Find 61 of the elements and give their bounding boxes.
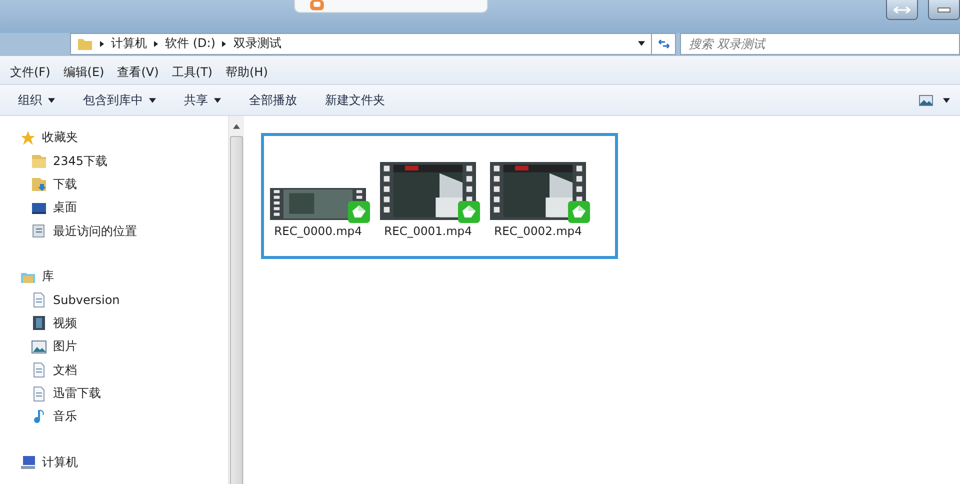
doc-icon [31, 386, 47, 402]
app-badge-icon [568, 201, 590, 223]
toolbar-button[interactable]: 组织 [8, 88, 65, 112]
nav-item[interactable]: 视频 [0, 312, 228, 336]
doc-icon [31, 292, 47, 308]
scrollbar[interactable] [228, 116, 244, 484]
nav-item[interactable]: 2345下载 [0, 149, 228, 173]
menu-item[interactable]: 编辑(E) [63, 64, 104, 80]
nav-item[interactable]: 音乐 [0, 405, 228, 429]
image-icon [31, 338, 47, 355]
toolbar-button[interactable]: 新建文件夹 [315, 88, 395, 112]
scrollbar-thumb[interactable] [230, 136, 243, 484]
nav-item[interactable]: 迅雷下载 [0, 382, 228, 406]
download-icon [31, 176, 47, 192]
file-name[interactable]: REC_0001.mp4 [384, 224, 472, 238]
minimize-button[interactable] [928, 0, 960, 20]
doc-icon [31, 362, 47, 378]
menu-item[interactable]: 工具(T) [172, 64, 212, 80]
refresh-icon [656, 38, 670, 50]
nav-item[interactable]: 下载 [0, 172, 228, 196]
address-bar[interactable]: 计算机 软件 (D:) 双录测试 [70, 32, 652, 54]
menu-item[interactable]: 查看(V) [117, 64, 159, 80]
nav-item[interactable]: 文档 [0, 358, 228, 382]
nav-item[interactable]: Subversion [0, 288, 228, 312]
minimize-icon [937, 6, 951, 12]
nav-item[interactable]: 桌面 [0, 196, 228, 220]
scroll-up-icon[interactable] [233, 124, 240, 129]
nav-item[interactable]: 最近访问的位置 [0, 220, 228, 243]
music-icon [31, 408, 47, 425]
star-icon [20, 130, 36, 146]
video-icon [31, 315, 47, 332]
nav-group[interactable]: 库 [0, 264, 228, 288]
menu-item[interactable]: 文件(F) [10, 64, 50, 80]
file-name[interactable]: REC_0000.mp4 [274, 224, 362, 238]
app-badge-icon [458, 201, 480, 223]
chevron-icon[interactable] [222, 40, 226, 46]
computer-icon [20, 454, 36, 470]
view-icon[interactable] [919, 94, 933, 106]
app-badge-icon [348, 201, 370, 223]
toolbar-button[interactable]: 包含到库中 [73, 88, 166, 112]
breadcrumb[interactable]: 计算机 [111, 35, 147, 52]
recent-icon [31, 223, 47, 240]
chevron-icon[interactable] [154, 40, 158, 46]
menu-item[interactable]: 帮助(H) [226, 64, 268, 80]
breadcrumb[interactable]: 软件 (D:) [165, 35, 216, 52]
double-arrow-icon [892, 4, 912, 14]
chevron-icon[interactable] [100, 40, 104, 46]
nav-group[interactable]: 计算机 [0, 450, 228, 474]
breadcrumb[interactable]: 双录测试 [233, 35, 282, 52]
toolbar-button[interactable]: 全部播放 [239, 88, 307, 112]
folder-icon [31, 153, 47, 170]
toolbar-button[interactable]: 共享 [174, 88, 231, 112]
nav-group[interactable]: 收藏夹 [0, 126, 228, 150]
search-field[interactable]: 搜索 双录测试 [680, 32, 960, 54]
refresh-button[interactable] [652, 32, 676, 54]
restore-button[interactable] [886, 0, 918, 20]
dropdown-arrow-icon[interactable] [638, 41, 645, 46]
folder-icon [77, 36, 93, 50]
caret-icon[interactable] [943, 98, 950, 102]
nav-item[interactable]: 图片 [0, 335, 228, 359]
file-name[interactable]: REC_0002.mp4 [494, 224, 582, 238]
